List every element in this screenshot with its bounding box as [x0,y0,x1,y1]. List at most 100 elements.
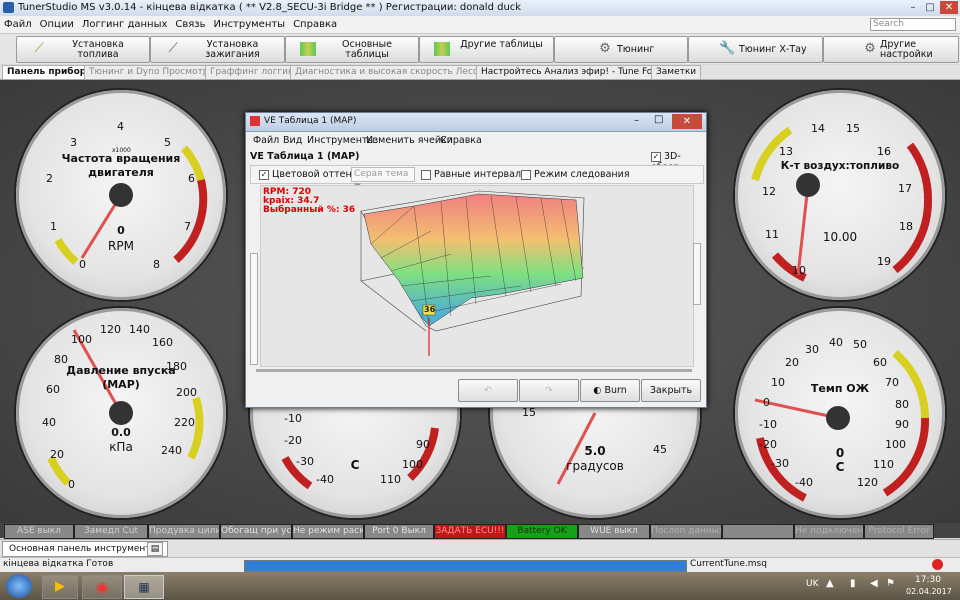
menu-options[interactable]: Опции [36,16,78,33]
redo-button[interactable]: ↷ [519,379,579,402]
coolant-title: Темп ОЖ [810,382,870,395]
menu-bar: Файл Опции Логгинг данных Связь Инструменты С… [0,16,960,34]
tab-notes[interactable]: Заметки [651,65,702,79]
coolant-tick-0: 0 [763,396,770,409]
language-indicator[interactable]: UK [806,579,819,589]
search-input[interactable]: Search [870,18,956,31]
burn-button[interactable]: ◐ Burn [580,379,640,402]
burn-label: Burn [604,385,627,396]
horizontal-rotate-slider[interactable] [256,369,692,372]
media-player-icon[interactable]: ▶ [42,575,78,599]
coolant-tick-120: 120 [857,476,878,489]
network-icon[interactable]: ▮ [850,578,856,589]
flag-icon[interactable]: ⚑ [886,578,895,589]
table-icon [300,42,316,56]
current-file: CurrentTune.msq [690,559,767,569]
equal-intervals-checkbox[interactable]: Равные интервалы [421,169,529,180]
menu-datalog[interactable]: Логгинг данных [78,16,172,33]
connection-status-icon [932,559,943,570]
dialog-app-icon [250,116,260,126]
maximize-button[interactable]: □ [922,1,938,14]
other-tables-button[interactable]: Другие таблицы [419,36,554,63]
menu-help[interactable]: Справка [289,16,341,33]
add-dashboard-icon[interactable]: ▤ [147,542,163,556]
tab-main-dashboard[interactable]: Основная панель инструментов [2,541,169,557]
indicator-4: Не режим раскрутки [292,524,364,539]
indicator-6: ЗАДАТЬ ECU!!! [434,524,506,539]
close-button[interactable]: ✕ [940,1,958,14]
window-title: TunerStudio MS v3.0.14 - кінцева відкатк… [18,2,522,13]
minimize-button[interactable]: – [905,1,921,14]
dialog-title: VE Таблица 1 (MAP) [264,116,357,126]
taskbar: ▶ ◉ ▦ UK ▲ ▮ ◀ ⚑ 17:30 02.04.2017 [0,572,960,600]
fuel-setup-button[interactable]: ⟋ Установка топлива [16,36,150,63]
afr-tick-15: 15 [846,122,860,135]
dialog-menu-help[interactable]: Справка [440,135,482,146]
main-tables-button[interactable]: Основные таблицы [285,36,419,63]
rpm-tick-8: 8 [153,258,160,271]
dialog-close-button[interactable]: ✕ [672,114,702,129]
tab-analyze-live[interactable]: Настройтесь Анализ эфир! - Tune For You [476,65,680,79]
close-dialog-button[interactable]: Закрыть [641,379,701,402]
map-tick-160: 160 [152,336,173,349]
ve-3d-view[interactable]: RPM: 720 kpaix: 34.7 Выбранный %: 36 36 [260,185,694,367]
other-settings-button[interactable]: ⚙ Другие настройки [823,36,959,63]
table-name: VE Таблица 1 (MAP) [250,151,360,162]
iat-tick-m20: -20 [284,434,302,447]
tunerstudio-icon[interactable]: ▦ [124,575,164,599]
afr-gauge: 10 11 12 13 14 15 16 17 18 19 К-т воздух… [735,90,945,300]
afr-tick-12: 12 [762,185,776,198]
dialog-options-bar: ✓Цветовой оттенок Серая тема ▼ Равные ин… [250,165,704,192]
cursor-cell-value: 36 [424,305,436,314]
map-value: 0.0 [111,426,131,439]
coolant-tick-80: 80 [895,398,909,411]
map-tick-120: 120 [100,323,121,336]
coolant-tick-50: 50 [853,338,867,351]
indicator-3: Обогащ при ускор [220,524,292,539]
chrome-icon[interactable]: ◉ [82,575,122,599]
tab-tuning-dyno[interactable]: Тюнинг и Dyno Просмотров [84,65,225,79]
dialog-minimize-button[interactable]: – [634,115,639,126]
map-gauge-dial [47,329,204,486]
color-shade-label: Цветовой оттенок [272,169,364,180]
progress-bar [244,560,687,572]
tab-diagnostics[interactable]: Диагностика и высокая скорость Лесорубы [290,65,508,79]
iat-unit: C [350,458,360,472]
dialog-menu-tools[interactable]: Инструменты [307,135,375,146]
dialog-menu-file[interactable]: Файл [253,135,279,146]
volume-icon[interactable]: ◀ [870,578,878,589]
tuning-button[interactable]: ⚙ Тюнинг [554,36,688,63]
indicator-9: Послеп данных [650,524,722,539]
equal-intervals-check [421,169,431,180]
title-bar: TunerStudio MS v3.0.14 - кінцева відкатк… [0,0,960,17]
zoom-slider[interactable] [693,243,701,305]
theme-select[interactable]: Серая тема ▼ [351,167,415,192]
tab-graphing[interactable]: Граффинг логгинг [205,65,304,79]
tuning-xtau-button[interactable]: 🔧 Тюнинг Х-Тау [688,36,823,63]
dialog-maximize-button[interactable]: □ [654,114,663,125]
clock-date: 02.04.2017 [906,587,952,596]
iat-tick-m40: -40 [316,473,334,486]
start-button[interactable] [6,574,32,598]
afr-title: К-т воздух:топливо [780,160,900,172]
color-shade-checkbox[interactable]: ✓ Цветовой оттенок [259,169,363,180]
tray-expand-icon[interactable]: ▲ [826,578,834,589]
dialog-title-bar: VE Таблица 1 (MAP) – □ ✕ [246,113,706,132]
indicator-strip: ASE выклЗамедл CutПродувка цилиндров вык… [0,523,960,539]
indicator-10 [722,524,794,539]
follow-mode-checkbox[interactable]: Режим следования [521,169,630,180]
ve-surface-plot [360,190,585,356]
main-tabs: Панель приборов Тюнинг и Dyno Просмотров… [0,65,960,80]
coolant-gauge: -40 -30 -20 -10 0 10 20 30 40 50 60 70 8… [735,308,945,518]
theme-value: Серая тема [354,169,409,179]
ignition-setup-button[interactable]: ⟋ Установка зажигания [150,36,285,63]
menu-tools[interactable]: Инструменты [210,16,290,33]
undo-button[interactable]: ↶ [458,379,518,402]
vertical-rotate-slider[interactable] [250,253,258,365]
menu-comms[interactable]: Связь [171,16,209,33]
gears-icon: ⚙ [864,41,876,56]
dialog-menu-view[interactable]: Вид [283,135,302,146]
menu-file[interactable]: Файл [0,16,36,33]
indicator-2: Продувка цилиндров выкл [148,524,220,539]
rpm-value: 0 [117,224,125,237]
